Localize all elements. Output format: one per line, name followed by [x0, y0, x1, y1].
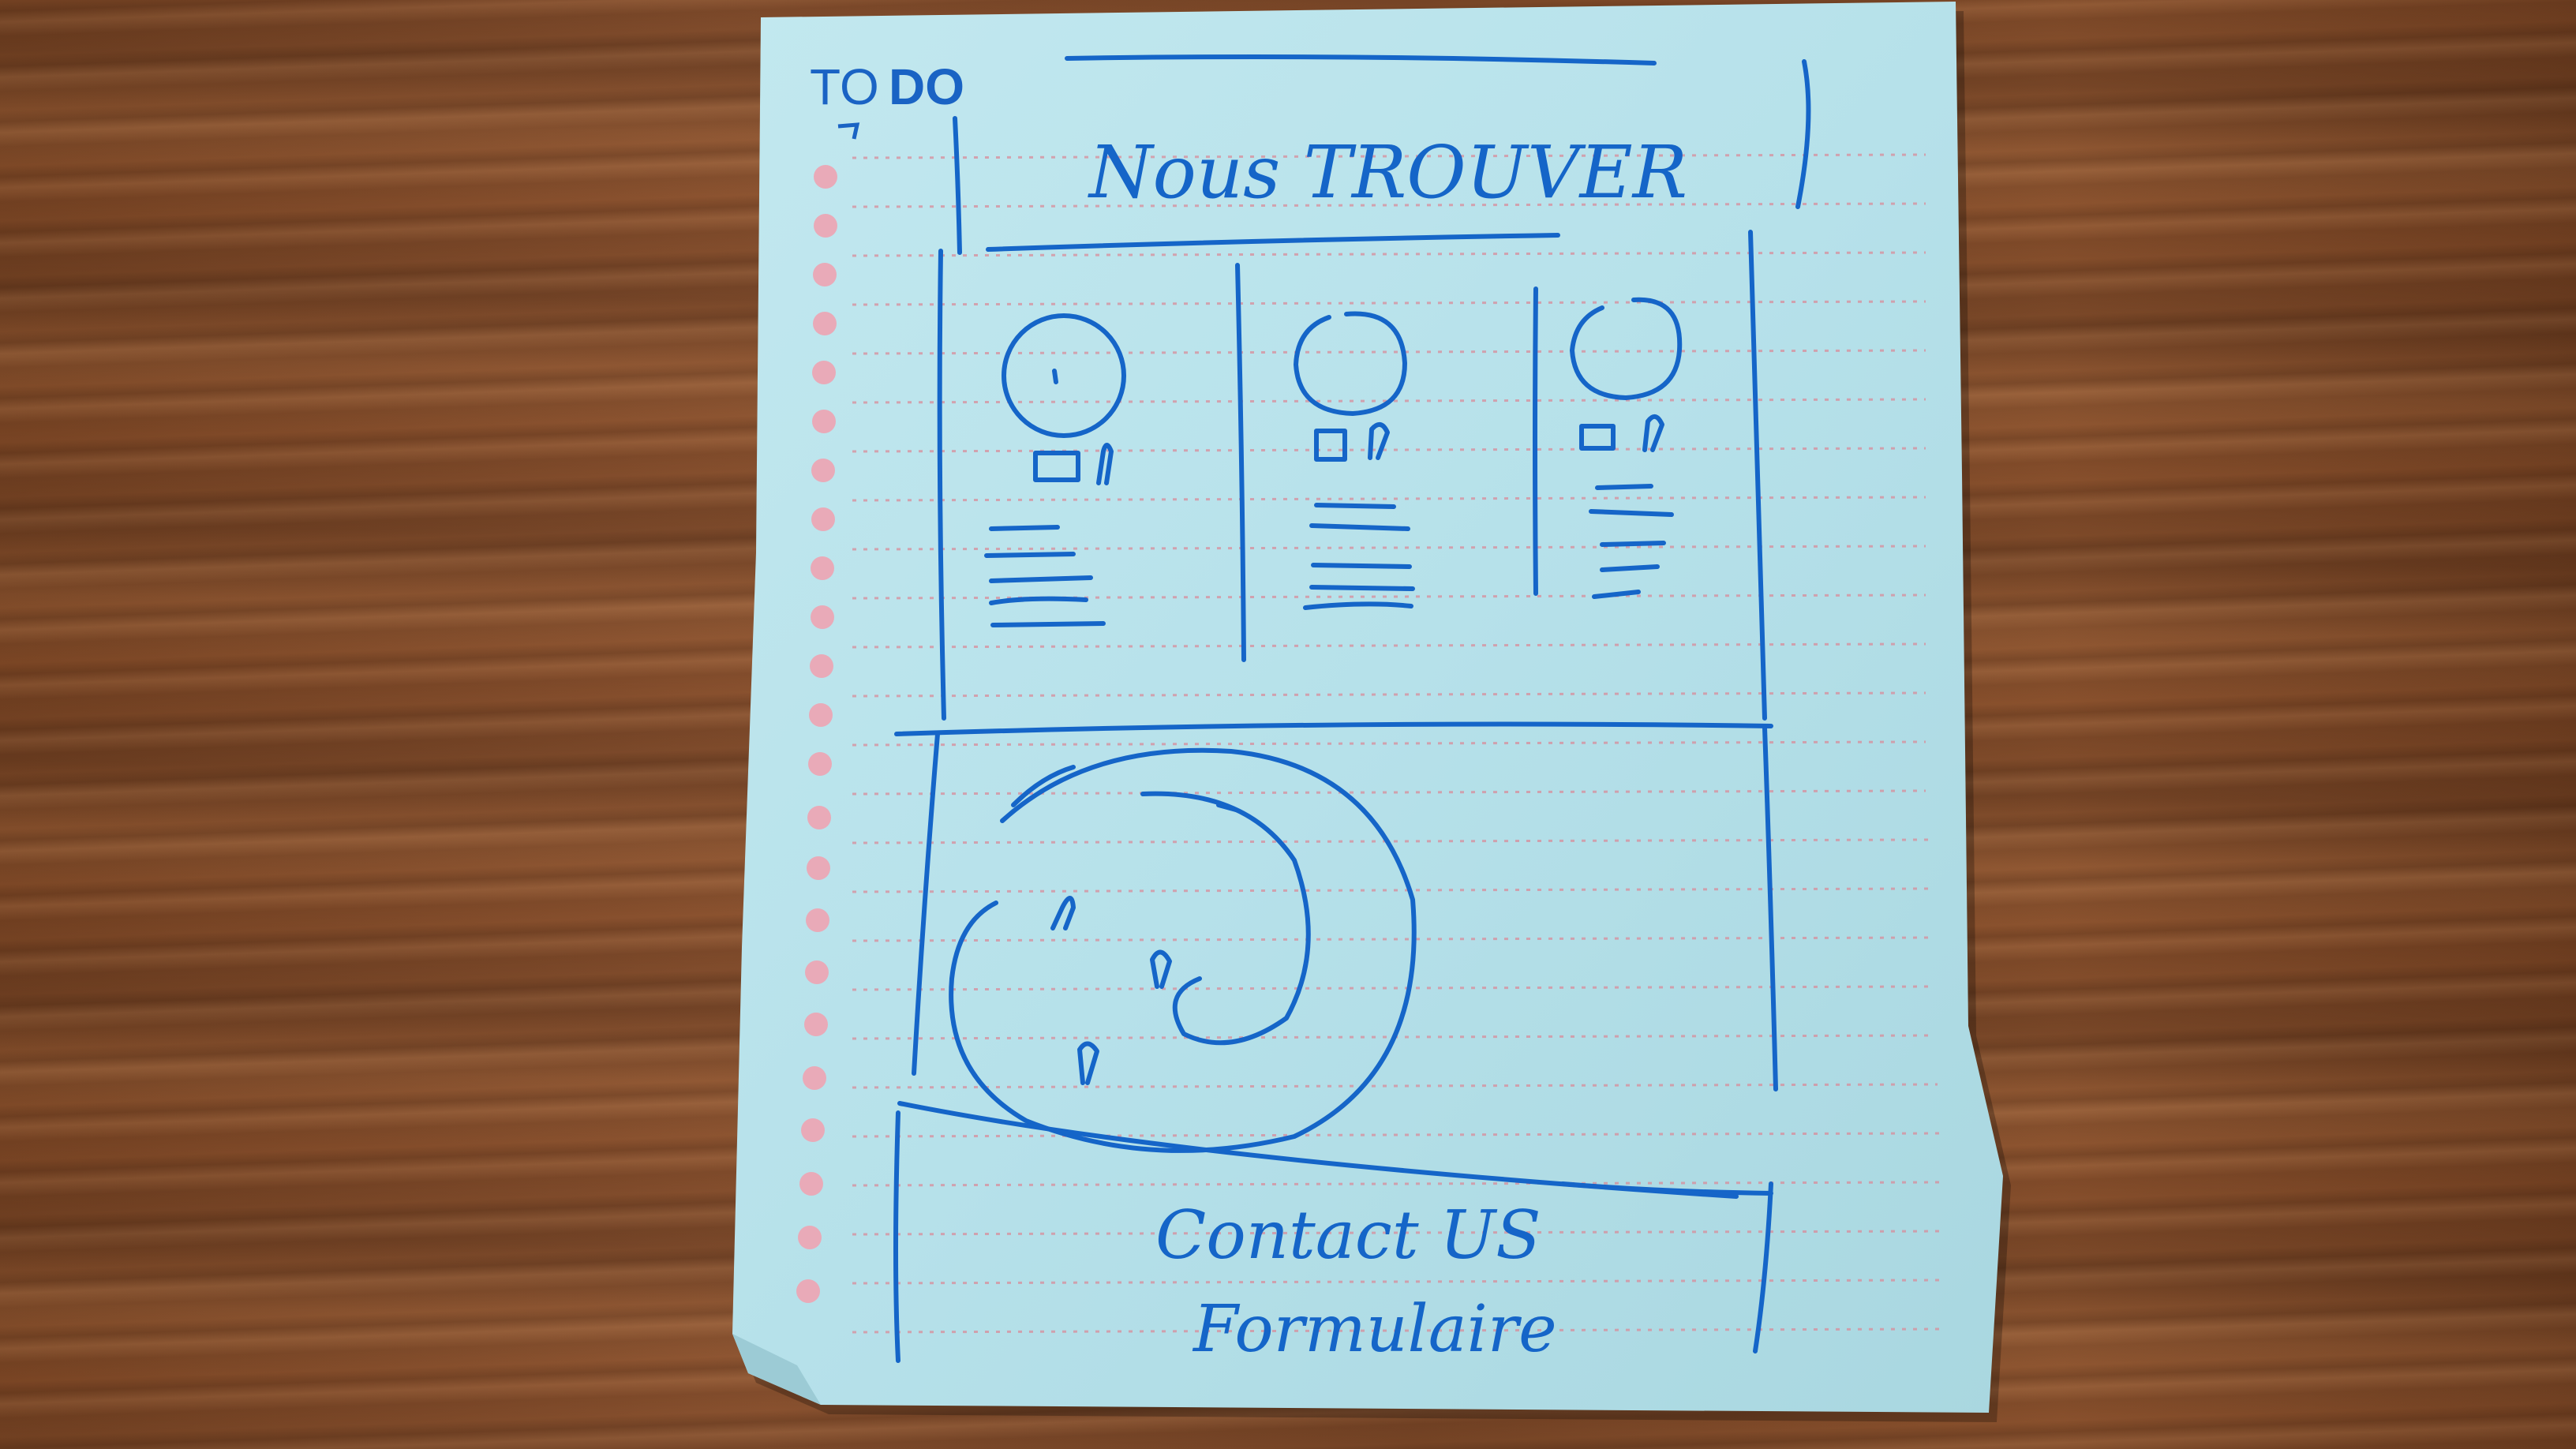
- photo-scene: TO DO Nous TROUVER Contact US Formulaire: [0, 0, 2576, 1449]
- contact-heading: Contact US: [1155, 1196, 1541, 1274]
- form-label: Formulaire: [1192, 1292, 1557, 1367]
- notebook-header-do: DO: [889, 58, 964, 115]
- sketch-photo: TO DO Nous TROUVER Contact US Formulaire: [732, 2, 2011, 1422]
- sketch-title: Nous TROUVER: [1088, 130, 1687, 215]
- notebook-header-to: TO: [810, 58, 879, 115]
